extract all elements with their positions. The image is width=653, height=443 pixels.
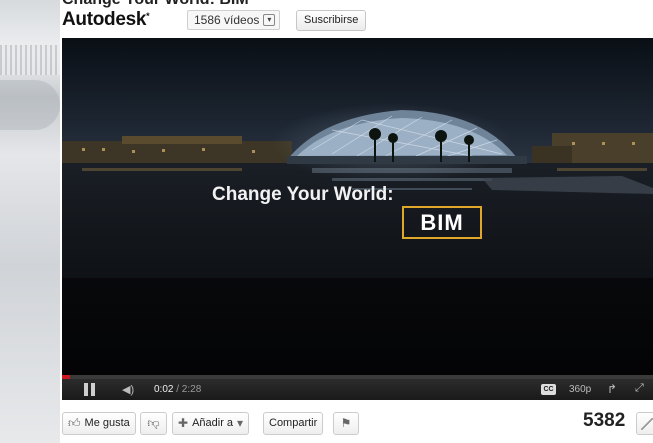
channel-mark: * [146, 11, 150, 21]
pause-icon[interactable] [84, 383, 96, 396]
add-to-label: Añadir a [192, 417, 234, 429]
video-overlay-box: BIM [402, 206, 482, 239]
side-image-building [0, 45, 60, 75]
flag-button[interactable]: ⚑ [333, 412, 359, 435]
time-display: 0:02 / 2:28 [154, 384, 201, 395]
plus-icon: ✚ [178, 416, 189, 430]
thumbs-up-icon: 👍︎ [68, 416, 81, 430]
side-image-shadow [0, 80, 60, 130]
quality-selector[interactable]: 360p [569, 384, 591, 395]
current-time: 0:02 [154, 384, 174, 395]
video-controls: ◀) 0:02 / 2:28 CC 360p ↱ ⤢ [62, 379, 653, 400]
share-label: Compartir [269, 417, 318, 429]
like-label: Me gusta [84, 417, 130, 429]
volume-icon[interactable]: ◀) [122, 383, 134, 396]
duration: / 2:28 [176, 384, 202, 395]
view-count: 5382 [583, 410, 626, 431]
share-button[interactable]: Compartir [263, 412, 324, 435]
like-button[interactable]: 👍︎ Me gusta [62, 412, 136, 435]
video-frame [62, 38, 653, 375]
chevron-down-icon: ▾ [263, 14, 276, 26]
stats-button[interactable] [636, 412, 653, 435]
add-to-button[interactable]: ✚ Añadir a ▾ [172, 412, 250, 435]
videos-count: 1586 vídeos [194, 13, 260, 27]
side-image [0, 0, 60, 443]
videos-count-button[interactable]: 1586 vídeos ▾ [187, 10, 281, 30]
dislike-button[interactable]: 👎︎ [140, 412, 167, 435]
cc-icon[interactable]: CC [541, 384, 556, 395]
subscribe-button[interactable]: Suscribirse [296, 10, 367, 31]
chevron-down-icon: ▾ [237, 416, 244, 430]
fullscreen-icon[interactable]: ⤢ [635, 382, 644, 395]
flag-icon: ⚑ [340, 416, 352, 430]
stats-icon [641, 418, 653, 430]
channel-name[interactable]: Autodesk* [62, 9, 150, 31]
popout-icon[interactable]: ↱ [607, 382, 617, 396]
video-player[interactable]: Change Your World: BIM [62, 38, 653, 375]
video-overlay-title: Change Your World: [212, 184, 394, 205]
thumbs-down-icon: 👎︎ [147, 416, 160, 430]
video-title: Change Your World: BIM [62, 0, 249, 9]
